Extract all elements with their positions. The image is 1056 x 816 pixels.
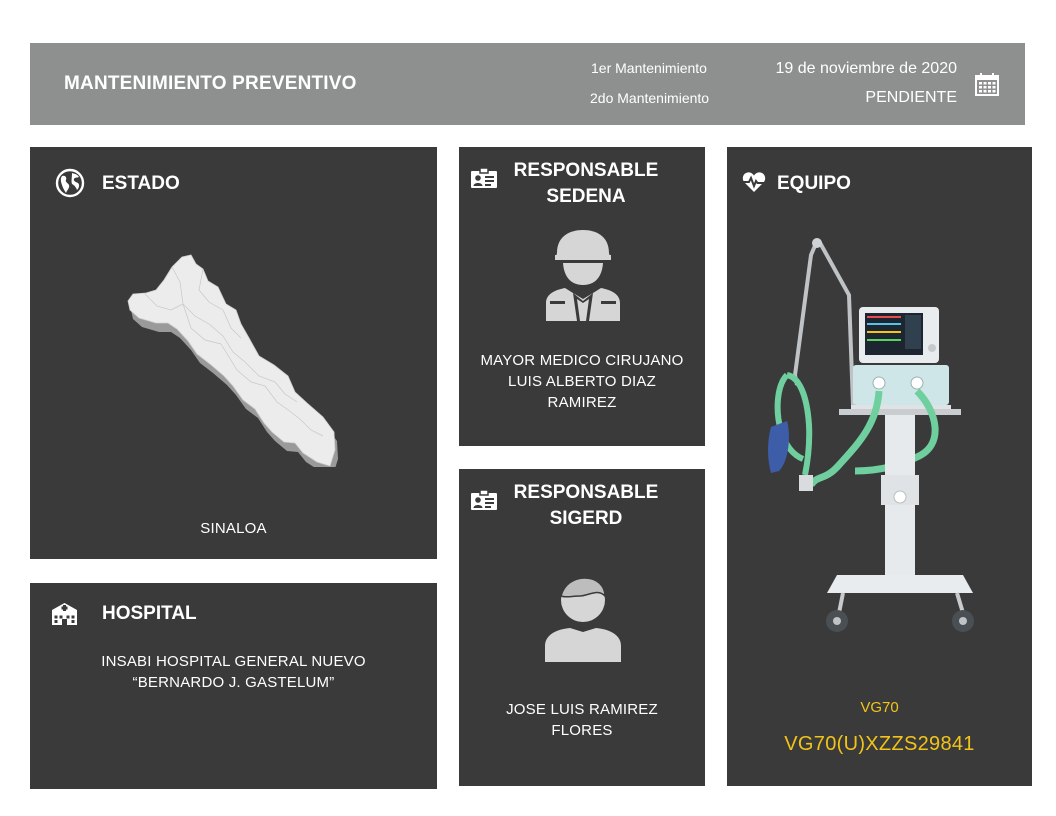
sedena-name-line1: MAYOR MEDICO CIRUJANO <box>480 352 684 369</box>
page-title: MANTENIMIENTO PREVENTIVO <box>64 73 357 94</box>
sigerd-name-line2: FLORES <box>551 722 613 739</box>
calendar-icon <box>975 73 999 96</box>
header-bar: MANTENIMIENTO PREVENTIVO 1er Mantenimien… <box>30 43 1025 125</box>
sigerd-title-line2: SIGERD <box>549 508 623 529</box>
second-maintenance-status: PENDIENTE <box>865 89 957 106</box>
sedena-title-line1: RESPONSABLE <box>513 160 659 181</box>
equipo-serial: VG70(U)XZZS29841 <box>784 733 975 755</box>
hospital-name-line2: “BERNARDO J. GASTELUM” <box>132 674 335 691</box>
sedena-card: RESPONSABLE SEDENA MAYOR MEDICO CIRUJANO… <box>459 147 705 446</box>
id-card-icon <box>471 489 497 510</box>
sedena-name-line2: LUIS ALBERTO DIAZ <box>508 373 656 390</box>
heart-pulse-icon <box>742 172 766 192</box>
first-maintenance-date: 19 de noviembre de 2020 <box>775 60 957 77</box>
hospital-title: HOSPITAL <box>102 603 197 624</box>
equipo-title: EQUIPO <box>777 173 851 194</box>
globe-icon <box>55 168 85 198</box>
sedena-title-line2: SEDENA <box>546 186 626 207</box>
second-maintenance-label: 2do Mantenimiento <box>590 90 710 106</box>
estado-card: ESTADO SINALOA <box>30 147 437 559</box>
person-avatar-icon <box>545 577 621 662</box>
hospital-icon <box>52 603 77 625</box>
sigerd-title-line1: RESPONSABLE <box>513 482 659 503</box>
hospital-name-line1: INSABI HOSPITAL GENERAL NUEVO <box>101 653 366 670</box>
estado-title: ESTADO <box>102 173 180 194</box>
equipo-model: VG70 <box>860 699 899 716</box>
sigerd-card: RESPONSABLE SIGERD JOSE LUIS RAMIREZ FLO… <box>459 469 705 786</box>
sinaloa-map <box>127 254 338 467</box>
sedena-name-line3: RAMIREZ <box>547 394 617 411</box>
soldier-avatar-icon <box>546 230 620 321</box>
sigerd-name-line1: JOSE LUIS RAMIREZ <box>506 701 658 718</box>
id-card-icon <box>471 167 497 188</box>
ventilator-image <box>768 238 974 632</box>
first-maintenance-label: 1er Mantenimiento <box>591 60 707 76</box>
hospital-card: HOSPITAL INSABI HOSPITAL GENERAL NUEVO “… <box>30 583 437 789</box>
estado-value: SINALOA <box>200 520 267 537</box>
equipo-card: EQUIPO VG70 VG70(U)XZZS29841 <box>727 147 1032 786</box>
